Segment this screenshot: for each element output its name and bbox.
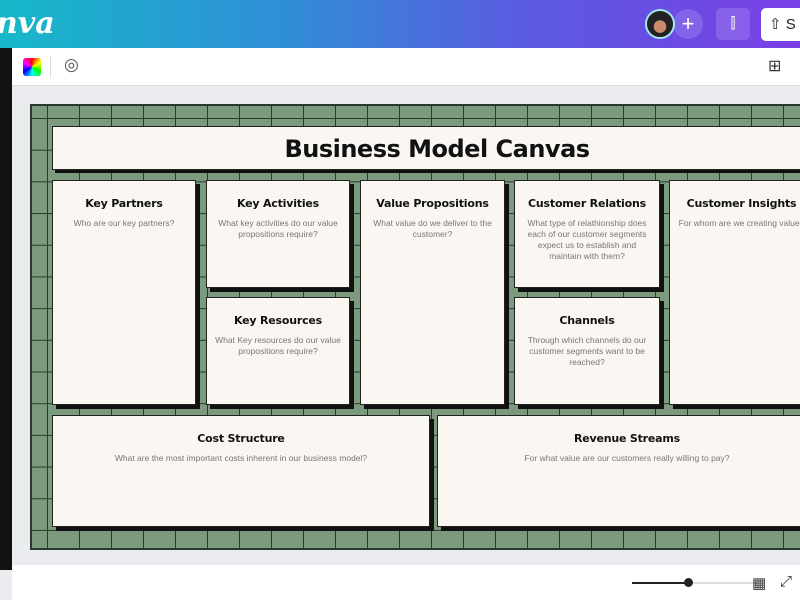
animate-icon[interactable]: ◎ — [64, 55, 79, 75]
share-label: S — [785, 16, 796, 33]
canva-logo[interactable]: nva — [0, 6, 55, 41]
card-text: Through which channels do our customer s… — [527, 335, 647, 367]
page-title[interactable]: Business Model Canvas — [52, 126, 800, 170]
divider — [50, 56, 51, 78]
footer-bar: ▦ ⤢ — [12, 565, 800, 600]
card-text: What are the most important costs inhere… — [114, 453, 368, 463]
card-text: What value do we deliver to the customer… — [373, 218, 492, 239]
card-key-partners[interactable]: Key Partners Who are our key partners? — [52, 180, 196, 405]
card-title: Value Propositions — [376, 197, 489, 210]
card-customer-relations[interactable]: Customer Relations What type of relathion… — [514, 180, 660, 288]
plus-icon[interactable]: + — [673, 9, 703, 39]
toolbar: ◎ ⊞ — [12, 48, 800, 86]
add-page-icon[interactable]: ⊞ — [768, 56, 781, 76]
grid-view-icon[interactable]: ▦ — [752, 574, 766, 592]
card-title: Cost Structure — [197, 432, 285, 445]
zoom-slider-fill — [632, 582, 689, 584]
card-cost-structure[interactable]: Cost Structure What are the most importan… — [52, 415, 430, 527]
card-text: For what value are our customers really … — [524, 453, 730, 463]
card-customer-insights[interactable]: Customer Insights For whom are we creatin… — [669, 180, 800, 405]
card-title: Key Activities — [236, 197, 320, 210]
top-bar: nva + ⫿ ⇧ S — [0, 0, 800, 48]
avatar[interactable] — [645, 9, 675, 39]
side-panel — [0, 48, 12, 570]
card-key-activities[interactable]: Key Activities What key activities do our… — [206, 180, 350, 288]
card-title: Customer Insights — [686, 197, 797, 210]
zoom-slider[interactable] — [632, 578, 757, 587]
card-key-resources[interactable]: Key Resources What Key resources do our v… — [206, 297, 350, 405]
fullscreen-icon[interactable]: ⤢ — [780, 573, 792, 590]
zoom-slider-handle[interactable] — [684, 578, 694, 587]
share-icon: ⇧ — [769, 16, 782, 33]
card-title: Channels — [559, 314, 615, 327]
card-text: Who are our key partners? — [73, 218, 175, 228]
card-value-propositions[interactable]: Value Propositions What value do we deliv… — [360, 180, 505, 405]
card-text: What Key resources do our value proposit… — [215, 335, 341, 356]
color-picker-icon[interactable] — [23, 58, 41, 76]
card-channels[interactable]: Channels Through which channels do our cu… — [514, 297, 660, 405]
share-button[interactable]: ⇧ S — [761, 8, 800, 41]
card-title: Customer Relations — [528, 197, 646, 210]
card-title: Revenue Streams — [573, 432, 680, 445]
stats-icon[interactable]: ⫿ — [716, 8, 750, 40]
card-title: Key Resources — [233, 314, 322, 327]
card-text: For whom are we creating value? — [678, 218, 800, 228]
card-revenue-streams[interactable]: Revenue Streams For what value are our cu… — [437, 415, 800, 527]
card-text: What key activities do our value proposi… — [218, 218, 338, 239]
card-text: What type of relathionship does each of … — [527, 218, 647, 261]
card-title: Key Partners — [85, 197, 163, 210]
